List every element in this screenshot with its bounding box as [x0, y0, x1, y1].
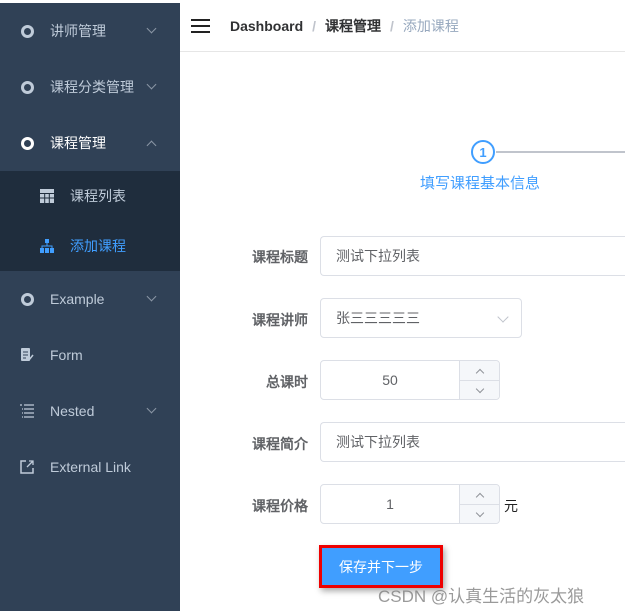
external-link-icon [20, 460, 34, 474]
menu-nested[interactable]: Nested [0, 383, 180, 439]
sidebar: 讲师管理 课程分类管理 课程管理 课程列表 添加课程 Example Form … [0, 0, 180, 611]
teacher-select[interactable]: 张三三三三三 [320, 298, 522, 338]
breadcrumb-dashboard[interactable]: Dashboard [230, 18, 303, 34]
ring-icon [20, 80, 34, 94]
step-1-icon: 1 [471, 140, 495, 164]
menu-course[interactable]: 课程管理 [0, 115, 180, 171]
hamburger-icon[interactable] [191, 18, 210, 33]
tree-icon [40, 239, 54, 253]
course-submenu: 课程列表 添加课程 [0, 171, 180, 271]
menu-example[interactable]: Example [0, 271, 180, 327]
price-label: 课程价格 [252, 498, 308, 514]
chevron-down-icon [146, 291, 157, 302]
step-line [496, 151, 625, 153]
menu-external-link[interactable]: External Link [0, 439, 180, 495]
table-icon [40, 189, 54, 203]
navbar: Dashboard / 课程管理 / 添加课程 [180, 0, 625, 52]
title-input[interactable]: 测试下拉列表 [320, 236, 625, 276]
decrease-button[interactable] [460, 504, 499, 523]
decrease-button[interactable] [460, 380, 499, 399]
ring-icon [20, 24, 34, 38]
watermark: CSDN @认真生活的灰太狼 [378, 587, 585, 606]
ring-icon [20, 136, 34, 150]
chevron-down-icon [146, 79, 157, 90]
intro-label: 课程简介 [252, 436, 308, 452]
increase-button[interactable] [460, 361, 499, 380]
menu-form[interactable]: Form [0, 327, 180, 383]
menu-teacher[interactable]: 讲师管理 [0, 3, 180, 59]
chevron-down-icon [146, 23, 157, 34]
chevron-down-icon [497, 311, 509, 323]
menu-course-list[interactable]: 课程列表 [0, 171, 180, 221]
increase-button[interactable] [460, 485, 499, 504]
ring-icon [20, 292, 34, 306]
chevron-down-icon [146, 403, 157, 414]
hours-stepper[interactable]: 50 [320, 360, 500, 400]
menu-subject[interactable]: 课程分类管理 [0, 59, 180, 115]
price-stepper[interactable]: 1 [320, 484, 500, 524]
title-label: 课程标题 [252, 249, 308, 265]
menu-add-course[interactable]: 添加课程 [0, 221, 180, 271]
teacher-label: 课程讲师 [252, 312, 308, 328]
intro-input[interactable]: 测试下拉列表 [320, 422, 625, 462]
form-icon [21, 348, 34, 361]
hours-label: 总课时 [266, 374, 308, 390]
breadcrumb-course[interactable]: 课程管理 [325, 16, 381, 36]
list-icon [20, 404, 34, 418]
breadcrumb-current: 添加课程 [402, 17, 459, 34]
step-1-title: 填写课程基本信息 [420, 175, 541, 192]
price-unit: 元 [504, 498, 518, 514]
breadcrumb: Dashboard / 课程管理 / 添加课程 [230, 16, 459, 36]
chevron-up-icon [146, 140, 157, 151]
